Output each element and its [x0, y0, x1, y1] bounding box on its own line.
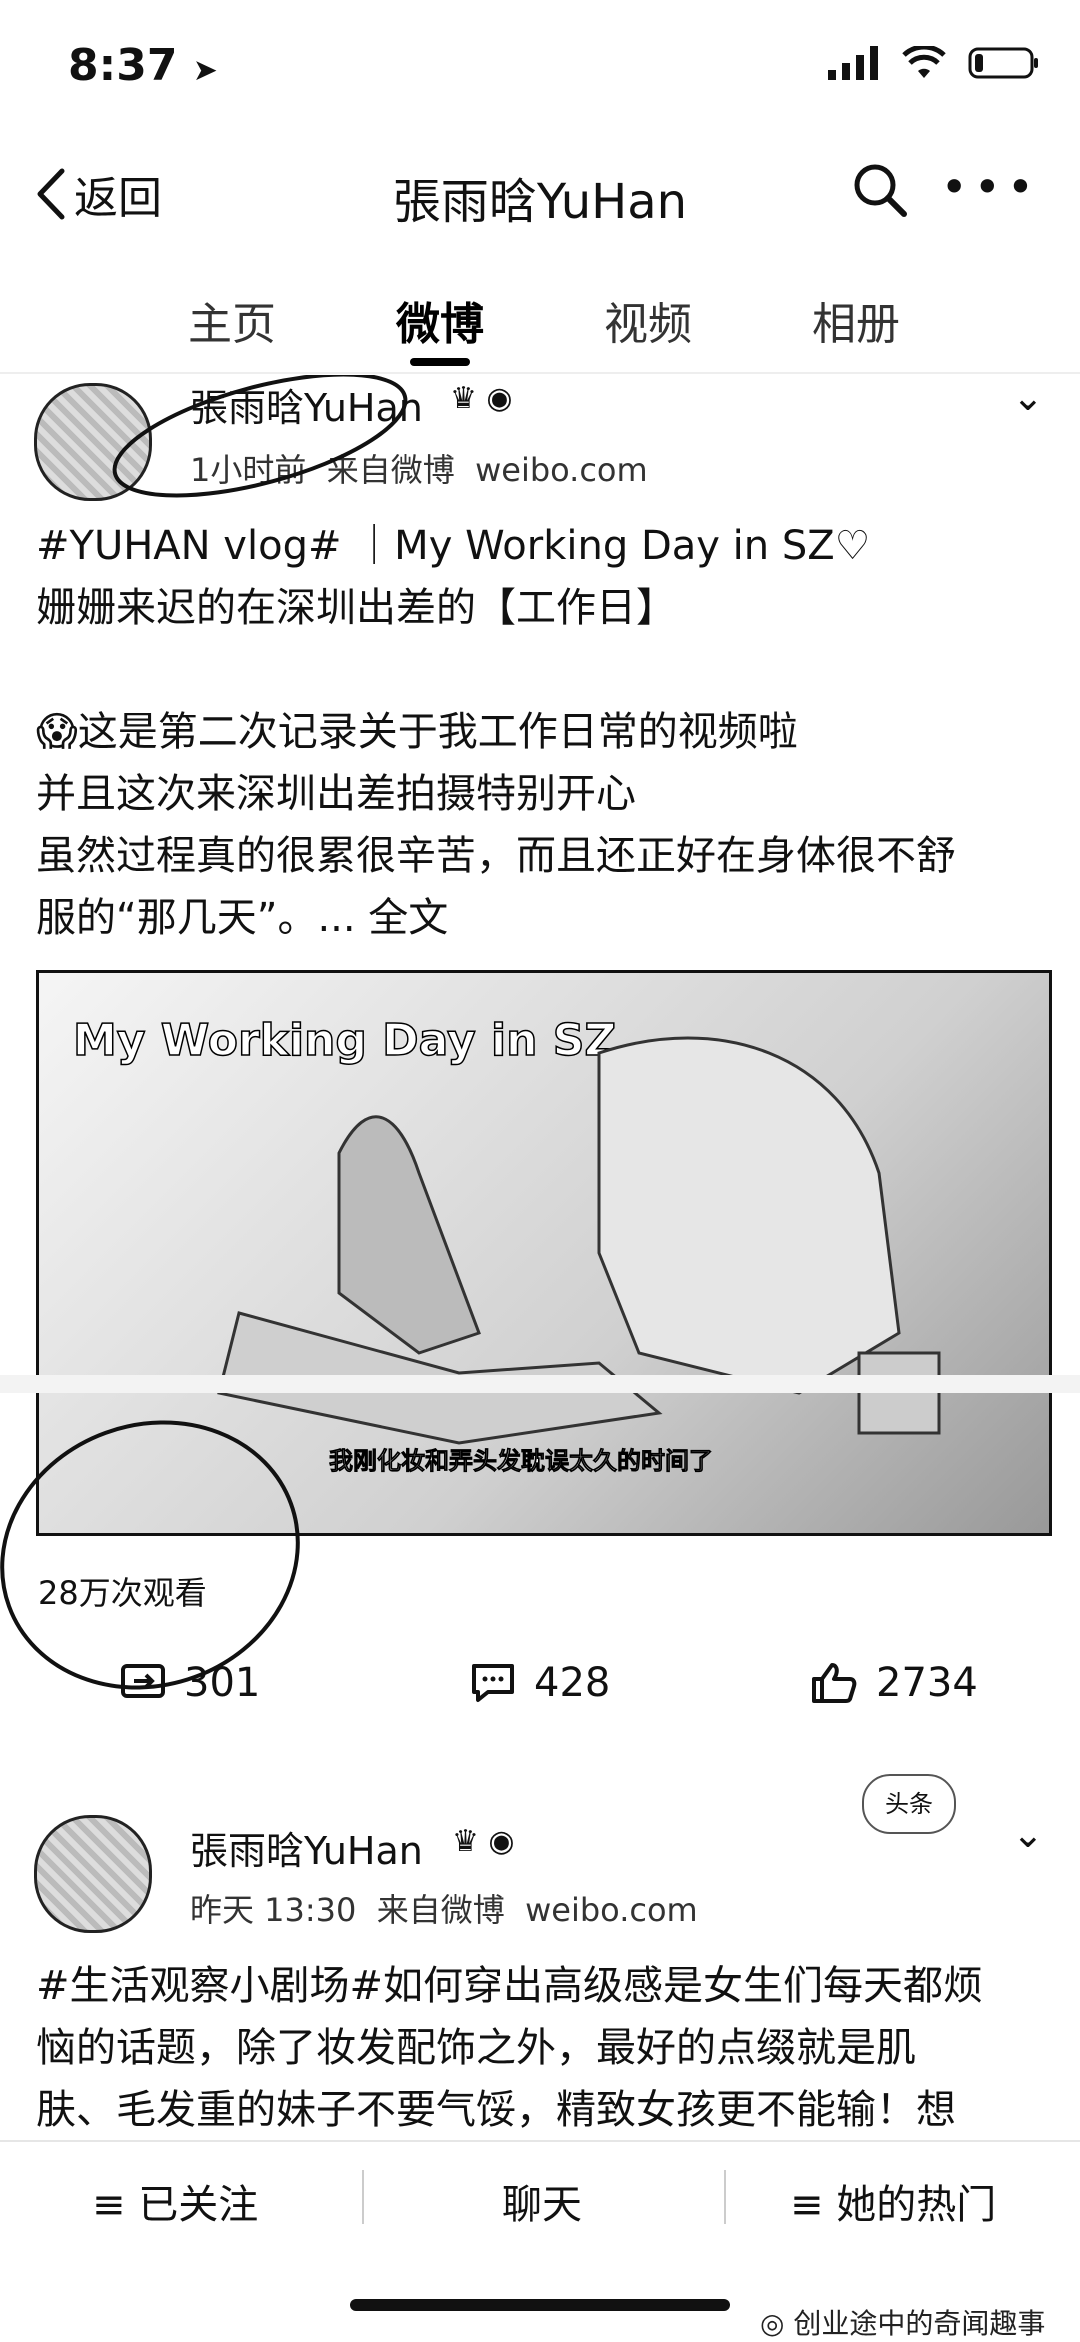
tab-video[interactable]: 视频 [604, 288, 692, 352]
signal-icon [828, 46, 878, 80]
more-button[interactable]: ••• [941, 160, 1040, 214]
post-text-line[interactable]: 服的“那几天”。... 全文 [36, 887, 448, 949]
comment-button[interactable]: 428 [470, 1660, 610, 1706]
vip-badge-icon: ♛ ◉ [452, 1824, 515, 1859]
wechat-icon: ◎ [760, 2307, 785, 2340]
comment-count: 428 [534, 1660, 611, 1706]
post-separator [0, 1375, 1080, 1393]
repost-icon [121, 1664, 165, 1698]
search-button[interactable] [850, 160, 910, 220]
status-bar: 8:37 ➤ [0, 0, 1080, 130]
repost-count: 301 [184, 1660, 261, 1706]
status-time: 8:37 ➤ [68, 40, 218, 91]
hot-posts-button[interactable]: ≡ 她的热门 [790, 2172, 996, 2230]
post-actions: 301 428 2734 [0, 1660, 1080, 1720]
post-text-line: 虽然过程真的很累很辛苦，而且还正好在身体很不舒 [36, 833, 956, 879]
chat-button[interactable]: 聊天 [502, 2172, 582, 2230]
follow-button[interactable]: ≡ 已关注 [92, 2172, 258, 2230]
like-count: 2734 [876, 1660, 978, 1706]
status-icons [828, 46, 1040, 80]
wifi-icon [902, 46, 946, 78]
comment-icon [472, 1664, 514, 1702]
repost-button[interactable]: 301 [120, 1660, 260, 1706]
nav-bar: 返回 張雨晗YuHan ••• [0, 140, 1080, 250]
thumbs-up-icon [812, 1663, 857, 1703]
avatar[interactable] [34, 383, 152, 501]
avatar[interactable] [34, 1815, 152, 1933]
chevron-down-icon[interactable]: ⌄ [1012, 1812, 1044, 1856]
home-indicator[interactable] [350, 2299, 730, 2311]
headline-badge: 头条 [862, 1774, 956, 1834]
divider [362, 2170, 364, 2224]
post-text-line: 姗姗来迟的在深圳出差的【工作日】 [36, 585, 676, 631]
like-button[interactable]: 2734 [810, 1660, 978, 1706]
divider [0, 372, 1080, 374]
divider [724, 2170, 726, 2224]
bottom-bar: ≡ 已关注 聊天 ≡ 她的热门 [0, 2140, 1080, 2252]
chevron-down-icon[interactable]: ⌄ [1012, 375, 1044, 419]
post-text-line: 肤、毛发重的妹子不要气馁，精致女孩更不能输！想 [36, 2087, 956, 2133]
view-count: 28万次观看 [38, 1574, 207, 1612]
video-thumbnail[interactable]: My Working Day in SZ 我刚化妆和弄头发耽误太久的时间了 [36, 970, 1052, 1536]
post-text-line: #生活观察小剧场#如何穿出高级感是女生们每天都烦 [36, 1963, 984, 2009]
battery-icon [968, 47, 1038, 79]
search-icon [854, 164, 907, 217]
post-author[interactable]: 張雨晗YuHan [190, 1820, 423, 1875]
tab-album[interactable]: 相册 [812, 288, 900, 352]
active-tab-indicator [410, 358, 470, 366]
post-meta: 1小时前 来自微博 weibo.com [190, 451, 648, 489]
post-meta: 昨天 13:30 来自微博 weibo.com [190, 1891, 698, 1929]
post-author[interactable]: 張雨晗YuHan [190, 377, 423, 432]
video-subtitle: 我刚化妆和弄头发耽误太久的时间了 [329, 1447, 714, 1476]
page-title: 張雨晗YuHan [392, 174, 688, 230]
tab-weibo[interactable]: 微博 [396, 288, 484, 352]
post-text-line: #YUHAN vlog# ｜My Working Day in SZ♡ [36, 523, 871, 569]
location-arrow-icon: ➤ [192, 53, 218, 88]
post-text-line: 😱这是第二次记录关于我工作日常的视频啦 [36, 709, 798, 755]
watermark: ◎ 创业途中的奇闻趣事 [760, 2307, 1046, 2340]
post-text-line: 并且这次来深圳出差拍摄特别开心 [36, 771, 636, 817]
profile-tabs: 主页 微博 视频 相册 [0, 270, 1080, 370]
tab-home[interactable]: 主页 [188, 288, 276, 352]
vip-badge-icon: ♛ ◉ [450, 381, 513, 416]
more-dots-icon: ••• [940, 160, 1040, 214]
emoji-icon: 😱 [36, 709, 78, 755]
post-text-line: 恼的话题，除了妆发配饰之外，最好的点缀就是肌 [36, 2025, 916, 2071]
